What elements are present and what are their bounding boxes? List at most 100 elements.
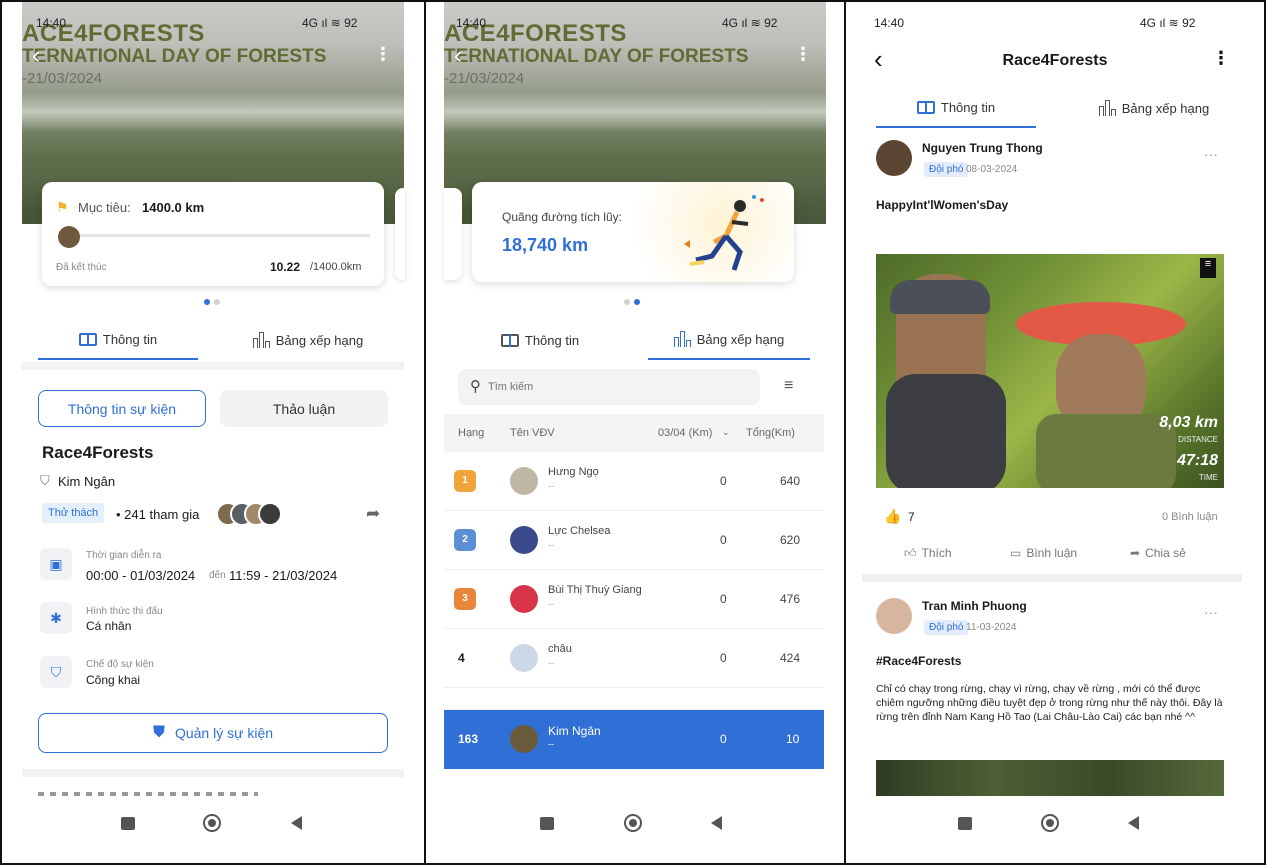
back-arrow-icon[interactable]: ‹ (32, 42, 40, 70)
status-time: 14:40 (874, 16, 905, 30)
book-icon (78, 332, 97, 346)
more-vert-icon[interactable]: ⋮ (374, 44, 392, 65)
carousel-dot (214, 299, 220, 305)
athlete-sub: -- (548, 481, 554, 491)
cover-subtitle: TERNATIONAL DAY OF FORESTS (444, 46, 749, 67)
post-author[interactable]: Tran Minh Phuong (922, 599, 1027, 613)
organizer-name[interactable]: Kim Ngân (58, 474, 115, 489)
main-tabs: Thông tin Bảng xếp hạng (876, 88, 1236, 128)
bookmark-icon[interactable]: ≡ (1200, 258, 1216, 278)
post-photo[interactable] (876, 760, 1224, 796)
sort-chevron-icon[interactable]: ⌄ (722, 427, 730, 438)
next-section-peek (38, 792, 258, 796)
header-day-km[interactable]: 03/04 (Km) (658, 427, 712, 439)
post-divider (862, 574, 1242, 582)
like-count[interactable]: 7 (908, 510, 915, 524)
rank-number: 4 (458, 651, 465, 665)
share-icon[interactable]: ➦ (366, 504, 380, 524)
more-vert-icon[interactable]: ⋮ (1212, 48, 1230, 69)
comment-button[interactable]: ▭ Bình luận (1010, 546, 1077, 560)
tab-leaderboard[interactable]: Bảng xếp hạng (648, 320, 810, 360)
tab-leaderboard[interactable]: Bảng xếp hạng (228, 320, 388, 360)
home-button[interactable] (203, 814, 221, 832)
like-label: Thích (921, 546, 952, 560)
cover-subtitle: TERNATIONAL DAY OF FORESTS (22, 46, 327, 67)
home-button[interactable] (624, 814, 642, 832)
runner-illustration-icon (684, 195, 764, 271)
time-overlay: 47:18 (1177, 452, 1218, 469)
back-button[interactable] (291, 816, 302, 830)
challenge-tag: Thử thách (42, 503, 105, 523)
back-button[interactable] (1128, 816, 1139, 830)
recents-button[interactable] (121, 817, 135, 830)
athlete-day-km: 0 (720, 533, 727, 547)
goal-card: ⚑ Mục tiêu: 1400.0 km Đã kết thúc 10.22 … (42, 182, 384, 286)
next-card-peek[interactable] (395, 188, 405, 280)
leaderboard-icon (252, 332, 270, 348)
shield-icon: ⛉ (40, 473, 50, 488)
row-partial (444, 690, 824, 710)
more-vert-icon[interactable]: ⋮ (794, 44, 812, 65)
leaderboard-row[interactable]: 3 Bùi Thị Thuỳ Giang -- 0 476 (444, 570, 824, 629)
comment-count[interactable]: 0 Bình luận (1162, 511, 1218, 523)
post-hashtag[interactable]: #Race4Forests (876, 654, 961, 668)
flag-icon: ⚑ (56, 199, 69, 215)
leaderboard-row[interactable]: 2 Lực Chelsea -- 0 620 (444, 511, 824, 570)
athlete-avatar (510, 526, 538, 554)
leaderboard-icon (673, 331, 691, 347)
search-box[interactable]: ⚲ (458, 369, 760, 405)
back-button[interactable] (711, 816, 722, 830)
book-icon (500, 333, 519, 347)
android-nav-bar (426, 813, 844, 833)
post-more-icon[interactable]: ··· (1204, 604, 1218, 620)
athlete-total-km: 476 (780, 592, 801, 606)
my-name: Kim Ngân (548, 724, 601, 738)
post-more-icon[interactable]: ··· (1204, 146, 1218, 162)
tab-info[interactable]: Thông tin (876, 88, 1036, 128)
like-button[interactable]: 👍︎ Thích (904, 546, 952, 561)
android-nav-bar (2, 813, 424, 833)
android-nav-bar (846, 813, 1264, 833)
athlete-avatar (510, 585, 538, 613)
tab-info[interactable]: Thông tin (38, 320, 198, 360)
author-avatar[interactable] (876, 140, 912, 176)
my-sub: -- (548, 739, 554, 749)
runner-icon: ✱ (40, 602, 72, 634)
segment-event-info[interactable]: Thông tin sự kiện (38, 390, 206, 427)
participant-avatars[interactable] (216, 502, 282, 526)
share-icon: ➦ (1130, 546, 1141, 560)
distance-overlay-label: DISTANCE (1178, 435, 1218, 444)
shield-star-icon: ⛊ (152, 724, 165, 741)
post-date: 11-03-2024 (966, 622, 1017, 633)
recents-button[interactable] (540, 817, 554, 830)
leaderboard-row[interactable]: 1 Hưng Ngọ -- 0 640 (444, 452, 824, 511)
filter-icon[interactable]: ≡ (784, 377, 793, 395)
segment-discussion[interactable]: Thảo luận (220, 390, 388, 427)
prev-card-peek[interactable] (444, 188, 462, 280)
athlete-sub: -- (548, 599, 554, 609)
athlete-name: Hưng Ngọ (548, 466, 599, 478)
format-value: Cá nhân (86, 619, 132, 633)
screen-feed: 14:40 4G ⁠ıl ≋ 92 ‹ Race4Forests ⋮ Thông… (844, 0, 1266, 865)
post-photo[interactable]: ≡ 8,03 km DISTANCE 47:18 TIME (876, 254, 1224, 488)
author-avatar[interactable] (876, 598, 912, 634)
manage-event-button[interactable]: ⛊ Quản lý sự kiện (38, 713, 388, 753)
main-tabs: Thông tin Bảng xếp hạng (38, 320, 388, 360)
tab-leaderboard[interactable]: Bảng xếp hạng (1072, 88, 1236, 128)
share-label: Chia sẻ (1145, 546, 1186, 560)
athlete-avatar (510, 467, 538, 495)
tab-info[interactable]: Thông tin (460, 320, 620, 360)
search-input[interactable] (488, 377, 738, 397)
share-button[interactable]: ➦ Chia sẻ (1130, 546, 1186, 560)
post-author[interactable]: Nguyen Trung Thong (922, 141, 1043, 155)
recents-button[interactable] (958, 817, 972, 830)
divider (22, 769, 404, 777)
header-total-km: Tổng(Km) (746, 427, 795, 439)
home-button[interactable] (1041, 814, 1059, 832)
main-tabs: Thông tin Bảng xếp hạng (460, 320, 810, 360)
my-rank-row[interactable]: 163 Kim Ngân -- 0 10 (444, 710, 824, 769)
athlete-total-km: 640 (780, 474, 801, 488)
leaderboard-row[interactable]: 4 châu -- 0 424 (444, 629, 824, 688)
privacy-shield-icon: ⛉ (40, 656, 72, 688)
back-arrow-icon[interactable]: ‹ (454, 42, 462, 70)
